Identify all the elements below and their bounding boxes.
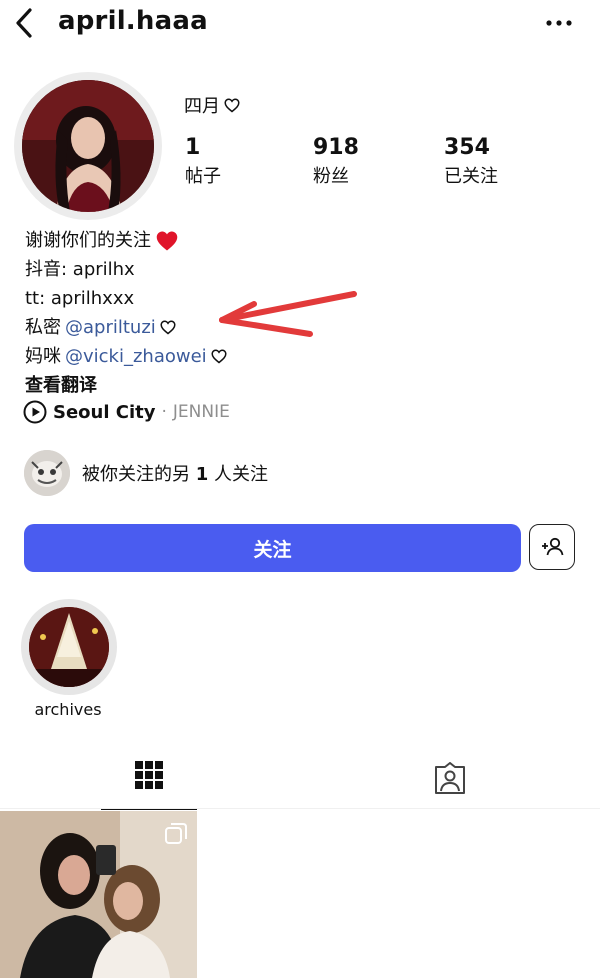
- suggested-users-button[interactable]: [529, 524, 575, 570]
- annotation-arrow-icon: [219, 291, 357, 337]
- play-circle-icon: [23, 400, 47, 424]
- mutual-followers[interactable]: 被你关注的另 1 人关注: [24, 450, 268, 496]
- mutual-count: 1: [195, 464, 209, 485]
- profile-username: april.haaa: [58, 6, 208, 36]
- profile-music[interactable]: Seoul City · JENNIE: [23, 400, 230, 424]
- mutual-text-prefix: 被你关注的另: [82, 464, 190, 485]
- music-separator: ·: [161, 402, 167, 422]
- grid-icon: [135, 761, 163, 789]
- stat-followers-value: 918: [313, 135, 359, 160]
- outline-heart-icon: [224, 98, 240, 112]
- back-chevron-icon[interactable]: [10, 6, 40, 40]
- private-account-link[interactable]: @apriltuzi: [65, 313, 156, 342]
- bio-thanks-text: 谢谢你们的关注: [25, 230, 151, 251]
- stat-following-value: 354: [444, 135, 490, 160]
- multiple-photos-icon: [165, 823, 187, 844]
- mutual-text-suffix: 人关注: [214, 464, 268, 485]
- profile-avatar[interactable]: [22, 80, 154, 212]
- music-song-title: Seoul City: [53, 401, 156, 423]
- music-artist: JENNIE: [172, 402, 230, 422]
- stat-posts[interactable]: 1 帖子: [185, 136, 221, 190]
- more-options-icon[interactable]: [542, 6, 576, 40]
- tab-tagged[interactable]: [402, 748, 498, 810]
- tab-posts-grid[interactable]: [101, 748, 197, 810]
- bio-line-4: 私密 @apriltuzi: [25, 313, 227, 342]
- bio-line-3: tt: aprilhxxx: [25, 288, 135, 309]
- see-translation-link[interactable]: 查看翻译: [25, 371, 227, 400]
- stat-posts-value: 1: [185, 135, 201, 160]
- display-name-row: 四月: [184, 92, 240, 118]
- stat-following-label: 已关注: [444, 166, 498, 187]
- follow-button[interactable]: 关注: [24, 524, 521, 572]
- bio-line-5: 妈咪 @vicki_zhaowei: [25, 342, 227, 371]
- outline-heart-icon: [160, 320, 176, 335]
- tabs-divider: [0, 808, 600, 809]
- post-thumbnail[interactable]: [0, 811, 197, 978]
- bio-line-1: 谢谢你们的关注: [25, 226, 227, 255]
- bio-line-2: 抖音: aprilhx: [25, 259, 135, 280]
- add-person-icon: [542, 537, 564, 556]
- red-heart-icon: [156, 230, 178, 251]
- bio-private-label: 私密: [25, 317, 61, 338]
- mom-account-link[interactable]: @vicki_zhaowei: [65, 342, 207, 371]
- display-name: 四月: [184, 96, 220, 117]
- bio-mom-label: 妈咪: [25, 346, 61, 367]
- mutual-follower-avatar: [24, 450, 70, 496]
- stat-followers-label: 粉丝: [313, 166, 349, 187]
- stat-posts-label: 帖子: [185, 166, 221, 187]
- highlight-archives-cover[interactable]: [29, 607, 109, 687]
- highlight-label: archives: [34, 700, 102, 719]
- mutual-followers-text: 被你关注的另 1 人关注: [82, 460, 268, 486]
- profile-bio: 谢谢你们的关注 抖音: aprilhx tt: aprilhxxx 私密 @ap…: [25, 226, 227, 400]
- stat-followers[interactable]: 918 粉丝: [313, 136, 359, 190]
- stat-following[interactable]: 354 已关注: [444, 136, 498, 190]
- outline-heart-icon: [211, 349, 227, 364]
- tagged-person-icon: [435, 762, 465, 794]
